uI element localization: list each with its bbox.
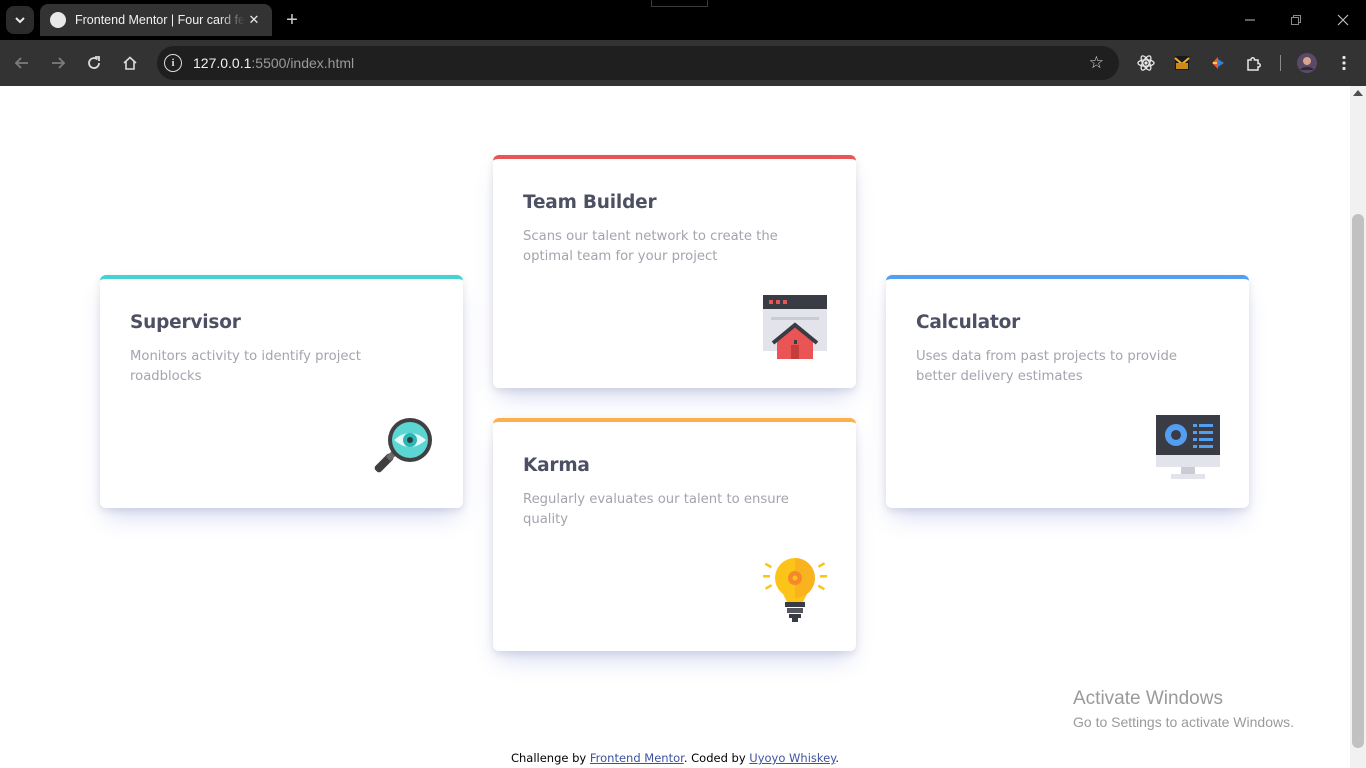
close-window-button[interactable] — [1331, 8, 1355, 32]
react-devtools-extension[interactable] — [1134, 51, 1158, 75]
lightbulb-icon — [763, 558, 827, 622]
page-scrollbar[interactable] — [1350, 86, 1366, 768]
extensions-menu-button[interactable] — [1242, 51, 1266, 75]
feature-card-karma: Karma Regularly evaluates our talent to … — [493, 418, 856, 651]
arrow-right-icon — [52, 57, 66, 69]
card-title: Calculator — [916, 312, 1021, 333]
chevron-down-icon — [15, 17, 25, 24]
react-icon — [1137, 55, 1155, 71]
card-description: Regularly evaluates our talent to ensure… — [523, 492, 789, 527]
feature-card-team-builder: Team Builder Scans our talent network to… — [493, 155, 856, 388]
page-viewport: Supervisor Monitors activity to identify… — [0, 86, 1350, 768]
kebab-menu-icon — [1342, 55, 1346, 71]
bookmark-star-icon[interactable]: ☆ — [1089, 53, 1104, 73]
activate-windows-subtitle: Go to Settings to activate Windows. — [1073, 714, 1294, 730]
home-button[interactable] — [118, 51, 142, 75]
restore-button[interactable] — [1284, 8, 1308, 32]
tab-close-icon[interactable]: ✕ — [246, 12, 262, 28]
card-description: Uses data from past projects to provide … — [916, 349, 1177, 384]
extension-colorful-icon — [1212, 57, 1224, 69]
favicon-icon — [50, 12, 66, 28]
url-host: 127.0.0.1 — [193, 55, 252, 71]
url-text[interactable]: 127.0.0.1:5500/index.html — [193, 55, 354, 71]
attribution: Challenge by Frontend Mentor. Coded by U… — [0, 751, 1350, 765]
browser-toolbar: i 127.0.0.1:5500/index.html ☆ — [0, 40, 1366, 86]
feature-card-calculator: Calculator Uses data from past projects … — [886, 275, 1249, 508]
reload-icon — [88, 56, 100, 69]
browser-menu-button[interactable] — [1332, 51, 1356, 75]
address-bar[interactable]: i 127.0.0.1:5500/index.html ☆ — [157, 46, 1119, 80]
back-button[interactable] — [10, 51, 34, 75]
scroll-up-arrow-icon[interactable] — [1353, 90, 1363, 96]
site-info-icon[interactable]: i — [164, 54, 182, 72]
forward-button[interactable] — [46, 51, 70, 75]
puzzle-icon — [1247, 57, 1261, 71]
url-path: :5500/index.html — [251, 55, 355, 71]
toolbar-separator — [1280, 55, 1281, 71]
activate-windows-title: Activate Windows — [1073, 688, 1223, 709]
monitor-dashboard-icon — [1156, 415, 1220, 479]
avatar-icon — [1297, 53, 1317, 73]
activate-windows-watermark: Activate Windows Go to Settings to activ… — [1073, 688, 1294, 730]
feature-card-supervisor: Supervisor Monitors activity to identify… — [100, 275, 463, 508]
tab-title: Frontend Mentor | Four card feature sect… — [75, 13, 245, 27]
home-icon — [123, 56, 137, 70]
card-title: Team Builder — [523, 192, 657, 213]
attribution-prefix: Challenge by — [510, 751, 587, 765]
browser-titlebar: Frontend Mentor | Four card feature sect… — [0, 0, 1366, 40]
profile-avatar[interactable] — [1295, 51, 1319, 75]
extension-envelope-icon — [1174, 56, 1190, 70]
attribution-suffix: . — [835, 751, 840, 765]
frontend-mentor-link[interactable]: Frontend Mentor — [590, 751, 684, 765]
extension-3[interactable] — [1206, 51, 1230, 75]
attribution-middle: . Coded by — [683, 751, 746, 765]
coder-link[interactable]: Uyoyo Whiskey — [749, 751, 835, 765]
minimize-icon — [1245, 19, 1255, 21]
scrollbar-thumb[interactable] — [1352, 214, 1364, 748]
browser-tab[interactable]: Frontend Mentor | Four card feature sect… — [40, 4, 272, 36]
magnifier-eye-icon — [374, 418, 432, 473]
new-tab-button[interactable]: + — [280, 8, 304, 32]
minimize-button[interactable] — [1238, 8, 1262, 32]
card-description: Monitors activity to identify project ro… — [130, 349, 361, 384]
restore-icon — [1291, 15, 1301, 25]
card-description: Scans our talent network to create the o… — [523, 229, 778, 264]
arrow-left-icon — [14, 57, 28, 69]
title-notch — [651, 0, 708, 7]
browser-house-icon — [763, 295, 827, 359]
card-title: Supervisor — [130, 312, 241, 333]
tab-search-button[interactable] — [6, 6, 34, 34]
card-title: Karma — [523, 455, 590, 476]
close-icon — [1337, 14, 1349, 26]
reload-button[interactable] — [82, 51, 106, 75]
extension-2[interactable] — [1170, 51, 1194, 75]
